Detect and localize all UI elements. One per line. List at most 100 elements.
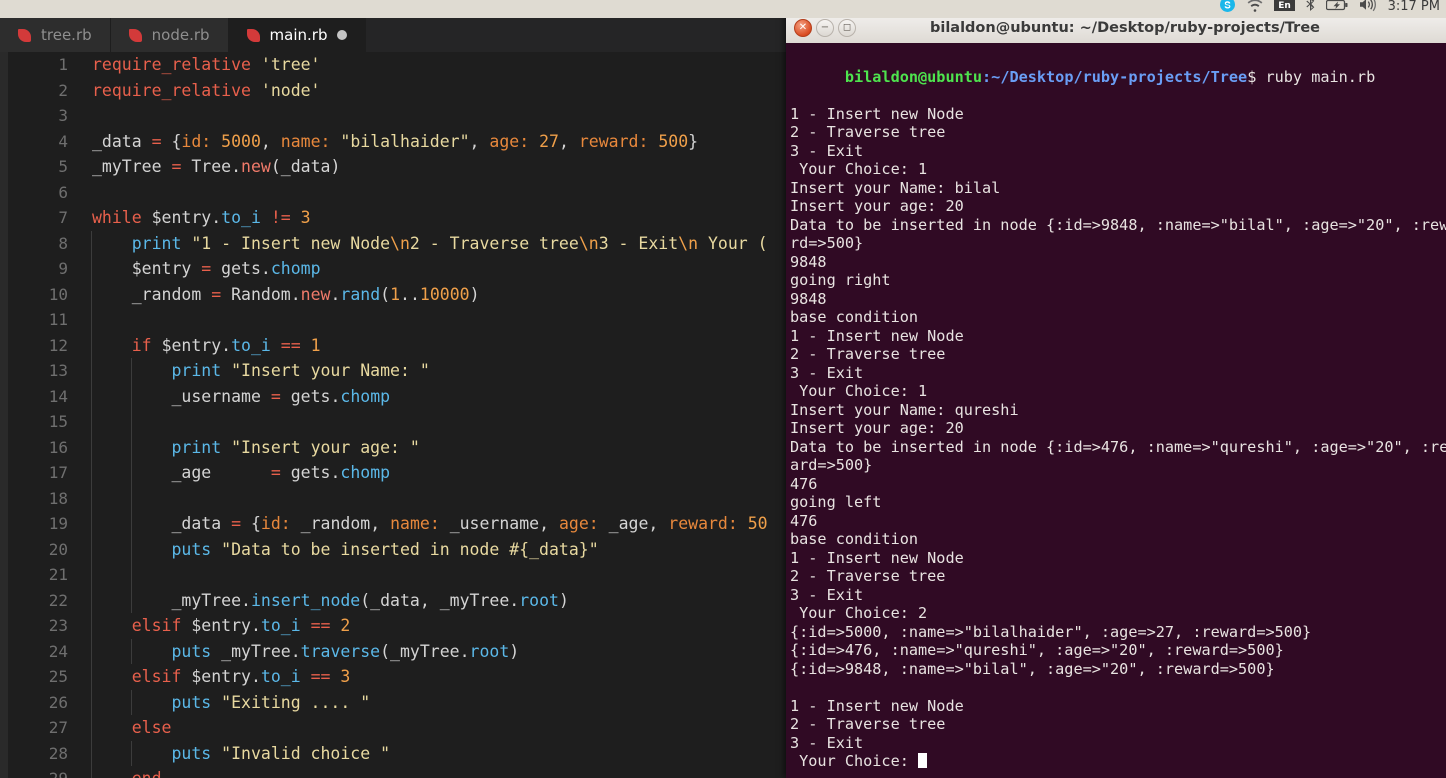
code-line-text: elsif $entry.to_i == 3 (131, 667, 351, 686)
indent-guide (130, 409, 132, 435)
terminal-line: {:id=>476, :name=>"qureshi", :age=>"20",… (790, 641, 1284, 659)
terminal-line: rd=>500} (790, 234, 864, 252)
code-line-text: elsif $entry.to_i == 2 (131, 616, 351, 635)
maximize-window-icon[interactable]: ◻ (838, 19, 856, 37)
terminal-line: Data to be inserted in node {:id=>9848, … (790, 215, 1446, 234)
code-line-text: require_relative 'node' (92, 80, 321, 100)
prompt-path: :~/Desktop/ruby-projects/Tree (982, 67, 1248, 86)
clock-label[interactable]: 3:17 PM (1388, 0, 1440, 14)
line-number: 26 (48, 692, 68, 712)
code-line-text: if $entry.to_i == 1 (131, 335, 321, 355)
terminal-line: base condition (790, 530, 919, 548)
code-line-text: $entry = gets.chomp (131, 259, 321, 278)
line-number: 21 (48, 565, 68, 584)
terminal-input-prompt: Your Choice: (790, 752, 919, 770)
line-number: 19 (48, 514, 68, 533)
code-line-text: _username = gets.chomp (171, 386, 391, 406)
prompt-user-host: bilaldon@ubuntu (844, 67, 983, 86)
terminal-line: 3 - Exit (790, 733, 864, 752)
terminal-line: 1 - Insert new Node (790, 326, 964, 345)
terminal-line: Insert your Name: qureshi (790, 400, 1019, 419)
keyboard-layout-icon[interactable]: En (1273, 0, 1295, 16)
ruby-file-icon (128, 28, 142, 42)
system-tray: En 3:17 PM (1219, 0, 1440, 18)
line-number: 16 (48, 437, 68, 457)
bluetooth-icon[interactable] (1305, 0, 1316, 16)
wifi-icon[interactable] (1246, 0, 1264, 16)
code-line-text: puts "Invalid choice " (171, 743, 391, 763)
prompt-dollar: $ (1247, 67, 1266, 86)
volume-icon[interactable] (1359, 0, 1378, 16)
terminal-line: 3 - Exit (790, 141, 864, 160)
terminal-line: 1 - Insert new Node (790, 696, 964, 715)
terminal-line: 2 - Traverse tree (790, 567, 946, 585)
minimize-window-icon[interactable]: − (816, 19, 834, 37)
line-number: 25 (48, 667, 68, 686)
code-line-text: _data = {id: 5000, name: "bilalhaider", … (92, 131, 699, 151)
tab-label: tree.rb (41, 26, 92, 44)
terminal-line: 1 - Insert new Node (790, 104, 964, 123)
line-number: 2 (58, 80, 68, 100)
indent-guide (130, 485, 132, 511)
line-number: 27 (48, 718, 68, 737)
terminal-line: 3 - Exit (790, 585, 864, 604)
line-number: 10 (48, 284, 68, 304)
line-number: 28 (48, 743, 68, 763)
terminal-line: Your Choice: 2 (790, 604, 928, 622)
indent-guide (91, 307, 92, 333)
tab-label: node.rb (151, 26, 210, 44)
code-line-text: _myTree.insert_node(_data, _myTree.root) (171, 590, 569, 610)
terminal-line: going right (790, 271, 891, 289)
code-line-text: puts "Data to be inserted in node #{_dat… (171, 539, 599, 559)
line-number: 20 (48, 539, 68, 559)
tab-node-rb[interactable]: node.rb (110, 18, 229, 52)
terminal-output-body[interactable]: bilaldon@ubuntu:~/Desktop/ruby-projects/… (786, 43, 1446, 778)
terminal-line: ard=>500} (790, 456, 873, 474)
terminal-line: going left (790, 493, 882, 511)
terminal-cursor (918, 753, 928, 768)
line-number: 22 (48, 590, 68, 610)
terminal-line: 2 - Traverse tree (790, 715, 946, 733)
terminal-line: 1 - Insert new Node (790, 548, 964, 567)
indent-guide (91, 562, 92, 588)
terminal-line: 476 (790, 474, 818, 493)
code-line-text: puts _myTree.traverse(_myTree.root) (171, 641, 520, 661)
unsaved-changes-dot-icon[interactable] (337, 30, 348, 40)
line-number: 7 (58, 208, 68, 227)
system-top-panel: En 3:17 PM (0, 0, 1446, 18)
prompt-command: ruby main.rb (1265, 67, 1376, 86)
terminal-input-line[interactable]: Your Choice: (788, 752, 1446, 771)
terminal-line: 2 - Traverse tree (790, 345, 946, 363)
terminal-line: 3 - Exit (790, 363, 864, 382)
line-number: 6 (58, 182, 68, 202)
terminal-line: {:id=>9848, :name=>"bilal", :age=>"20", … (790, 659, 1275, 678)
terminal-line: Your Choice: 1 (790, 160, 928, 178)
code-line-text: print "Insert your Name: " (171, 361, 430, 380)
tab-main-rb[interactable]: main.rb (228, 18, 367, 52)
tab-tree-rb[interactable]: tree.rb (0, 18, 111, 52)
terminal-title: bilaldon@ubuntu: ~/Desktop/ruby-projects… (929, 20, 1321, 36)
terminal-line: 9848 (790, 289, 827, 308)
line-number: 18 (48, 488, 68, 508)
terminal-window[interactable]: ✕ − ◻ bilaldon@ubuntu: ~/Desktop/ruby-pr… (786, 12, 1446, 778)
code-line-text: _age = gets.chomp (171, 463, 391, 482)
close-window-icon[interactable]: ✕ (794, 19, 812, 37)
line-number: 14 (48, 386, 68, 406)
line-number: 8 (58, 233, 68, 253)
line-number: 4 (58, 131, 68, 151)
code-line-text: print "Insert your age: " (171, 437, 420, 457)
code-line-text: _data = {id: _random, name: _username, a… (171, 514, 768, 533)
line-number: 12 (48, 335, 68, 355)
terminal-line: 2 - Traverse tree (790, 123, 946, 141)
code-line-text: print "1 - Insert new Node\n2 - Traverse… (131, 233, 768, 253)
code-line-text: _myTree = Tree.new(_data) (92, 157, 341, 176)
line-number: 24 (48, 641, 68, 661)
line-number: 29 (0, 766, 68, 778)
svg-text:En: En (1278, 1, 1291, 11)
terminal-line: Insert your age: 20 (790, 197, 964, 215)
terminal-line: Insert your Name: bilal (790, 178, 1001, 197)
line-number: 17 (48, 463, 68, 482)
battery-icon[interactable] (1325, 0, 1349, 16)
skype-icon[interactable] (1219, 0, 1236, 17)
